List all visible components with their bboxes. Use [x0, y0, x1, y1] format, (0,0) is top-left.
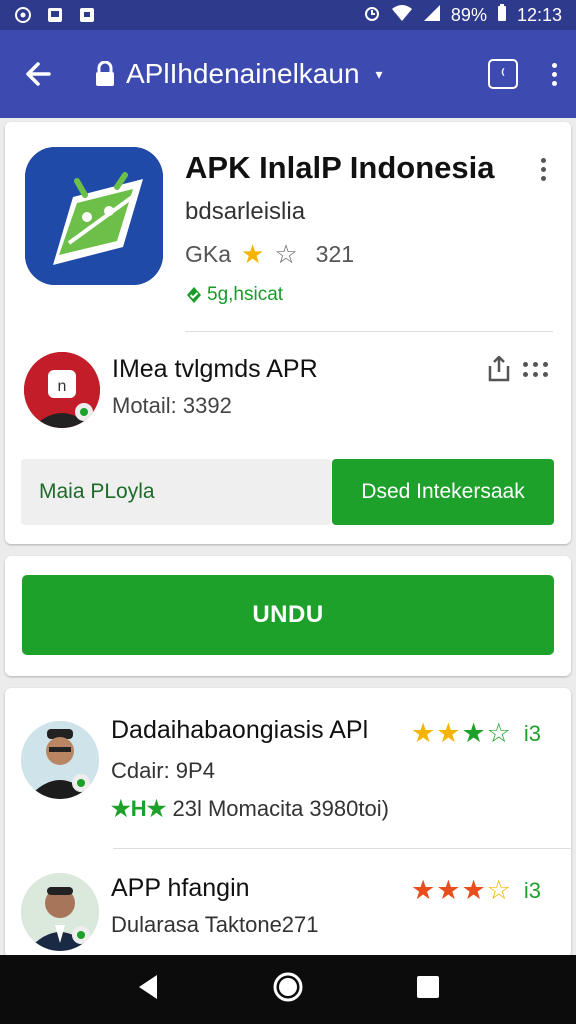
gallery-icon [78, 6, 96, 24]
menu-dot [540, 158, 546, 163]
star-empty-icon: ☆ [274, 239, 298, 269]
shield-check-icon [187, 287, 201, 303]
app-detail-card: APK InlalP Indonesia bdsarleislia GKa ★ … [5, 122, 571, 544]
system-nav-bar [0, 955, 576, 1024]
notification-icons [14, 6, 96, 24]
clock: 12:13 [516, 4, 562, 25]
square-recents-icon [416, 976, 439, 998]
battery-level: 89% [450, 4, 487, 25]
system-icons: 89% 12:13 [363, 3, 562, 27]
url-bar[interactable]: APlIhdenainelkaun ▾ [94, 58, 383, 90]
nav-home-button[interactable] [272, 971, 304, 1008]
browser-app-bar: APlIhdenainelkaun ▾ ⁽ [0, 30, 576, 118]
battery-icon [497, 3, 507, 27]
menu-dot [551, 62, 557, 68]
primary-button[interactable]: Dsed Intekersaak [332, 459, 554, 525]
grid-dot [523, 372, 528, 377]
menu-dot [551, 80, 557, 86]
android-logo-icon [25, 147, 163, 285]
tab-switcher-button[interactable]: ⁽ [488, 59, 518, 89]
menu-dot [540, 176, 546, 181]
triangle-back-icon [139, 975, 158, 999]
review-subtitle: Dularasa Taktone271 [111, 912, 319, 937]
more-options-button[interactable] [523, 362, 549, 377]
grid-dot [533, 362, 538, 367]
tab-icon: ⁽ [501, 65, 505, 82]
reviewer-avatar[interactable] [21, 873, 99, 951]
star-empty-icon: ☆ [486, 718, 511, 748]
grid-dot [523, 362, 528, 367]
verified-text: 5g,hsicat [207, 284, 284, 305]
reviews-card: Dadaihabaongiasis APl ★ ★ ★ ☆ i3 Cdair: … [5, 688, 571, 958]
nav-back-button[interactable] [135, 973, 161, 1006]
app-title: APK InlalP Indonesia [185, 150, 495, 185]
grid-dot [533, 372, 538, 377]
star-filled-icon: ★ [461, 875, 486, 905]
nav-recents-button[interactable] [415, 974, 441, 1005]
chevron-down-icon: ▾ [375, 65, 383, 82]
star-filled-icon: ★ [411, 718, 436, 748]
install-card: UNDU [5, 556, 571, 676]
image-icon [46, 6, 64, 24]
svg-text:n: n [58, 378, 67, 395]
person-photo-icon [21, 873, 99, 951]
review-meta: ★H★ 23l Momacita 3980toi) [111, 796, 389, 822]
reviewer-avatar[interactable] [21, 721, 99, 799]
status-bar: 89% 12:13 [0, 0, 576, 30]
review-app-title[interactable]: Dadaihabaongiasis APl [111, 716, 368, 745]
circle-home-icon [273, 972, 303, 1002]
menu-dot [540, 167, 546, 172]
share-icon [488, 355, 510, 382]
review-app-title[interactable]: APP hfangin [111, 874, 250, 903]
publisher-logo-icon: n [24, 352, 100, 428]
arrow-left-icon [26, 62, 51, 86]
grid-dot [543, 372, 548, 377]
review-meta-badge: ★H★ [111, 796, 167, 821]
review-count: i3 [523, 720, 541, 746]
camera-icon [14, 6, 32, 24]
rating-count: 321 [315, 241, 355, 267]
app-icon[interactable] [25, 147, 163, 285]
secondary-button[interactable]: Maia PLoyla [21, 459, 331, 525]
download-button[interactable]: UNDU [22, 575, 554, 655]
rating-row: GKa ★ ☆ 321 [185, 239, 354, 270]
review-rating: ★ ★ ★ ☆ i3 [411, 875, 541, 906]
lock-icon [96, 61, 114, 86]
grid-dot [543, 362, 548, 367]
divider [185, 331, 553, 332]
star-empty-icon: ☆ [486, 875, 511, 905]
wifi-icon [391, 4, 413, 27]
rating-label: GKa [185, 241, 232, 267]
overflow-menu-button[interactable] [546, 62, 562, 86]
star-filled-icon: ★ [241, 239, 265, 269]
divider [113, 848, 571, 849]
publisher-avatar[interactable]: n [24, 352, 100, 428]
review-meta-text: 23l Momacita 3980toi) [172, 796, 389, 821]
alarm-icon [363, 4, 381, 27]
review-subtitle: Cdair: 9P4 [111, 758, 215, 783]
review-count: i3 [523, 877, 541, 903]
app-developer[interactable]: bdsarleislia [185, 198, 305, 226]
star-filled-icon: ★ [411, 875, 436, 905]
star-filled-icon: ★ [461, 718, 486, 748]
star-filled-icon: ★ [436, 718, 461, 748]
star-filled-icon: ★ [436, 875, 461, 905]
verified-badge: 5g,hsicat [185, 284, 283, 306]
menu-dot [551, 71, 557, 77]
share-button[interactable] [487, 355, 511, 382]
back-button[interactable] [16, 52, 60, 96]
review-rating: ★ ★ ★ ☆ i3 [411, 718, 541, 749]
publisher-name[interactable]: IMea tvlgmds APR [112, 355, 318, 384]
publisher-meta: Motail: 3392 [112, 393, 232, 418]
app-overflow-menu[interactable] [539, 158, 547, 181]
person-photo-icon [21, 721, 99, 799]
signal-icon [423, 4, 441, 27]
url-text: APlIhdenainelkaun [126, 58, 360, 89]
